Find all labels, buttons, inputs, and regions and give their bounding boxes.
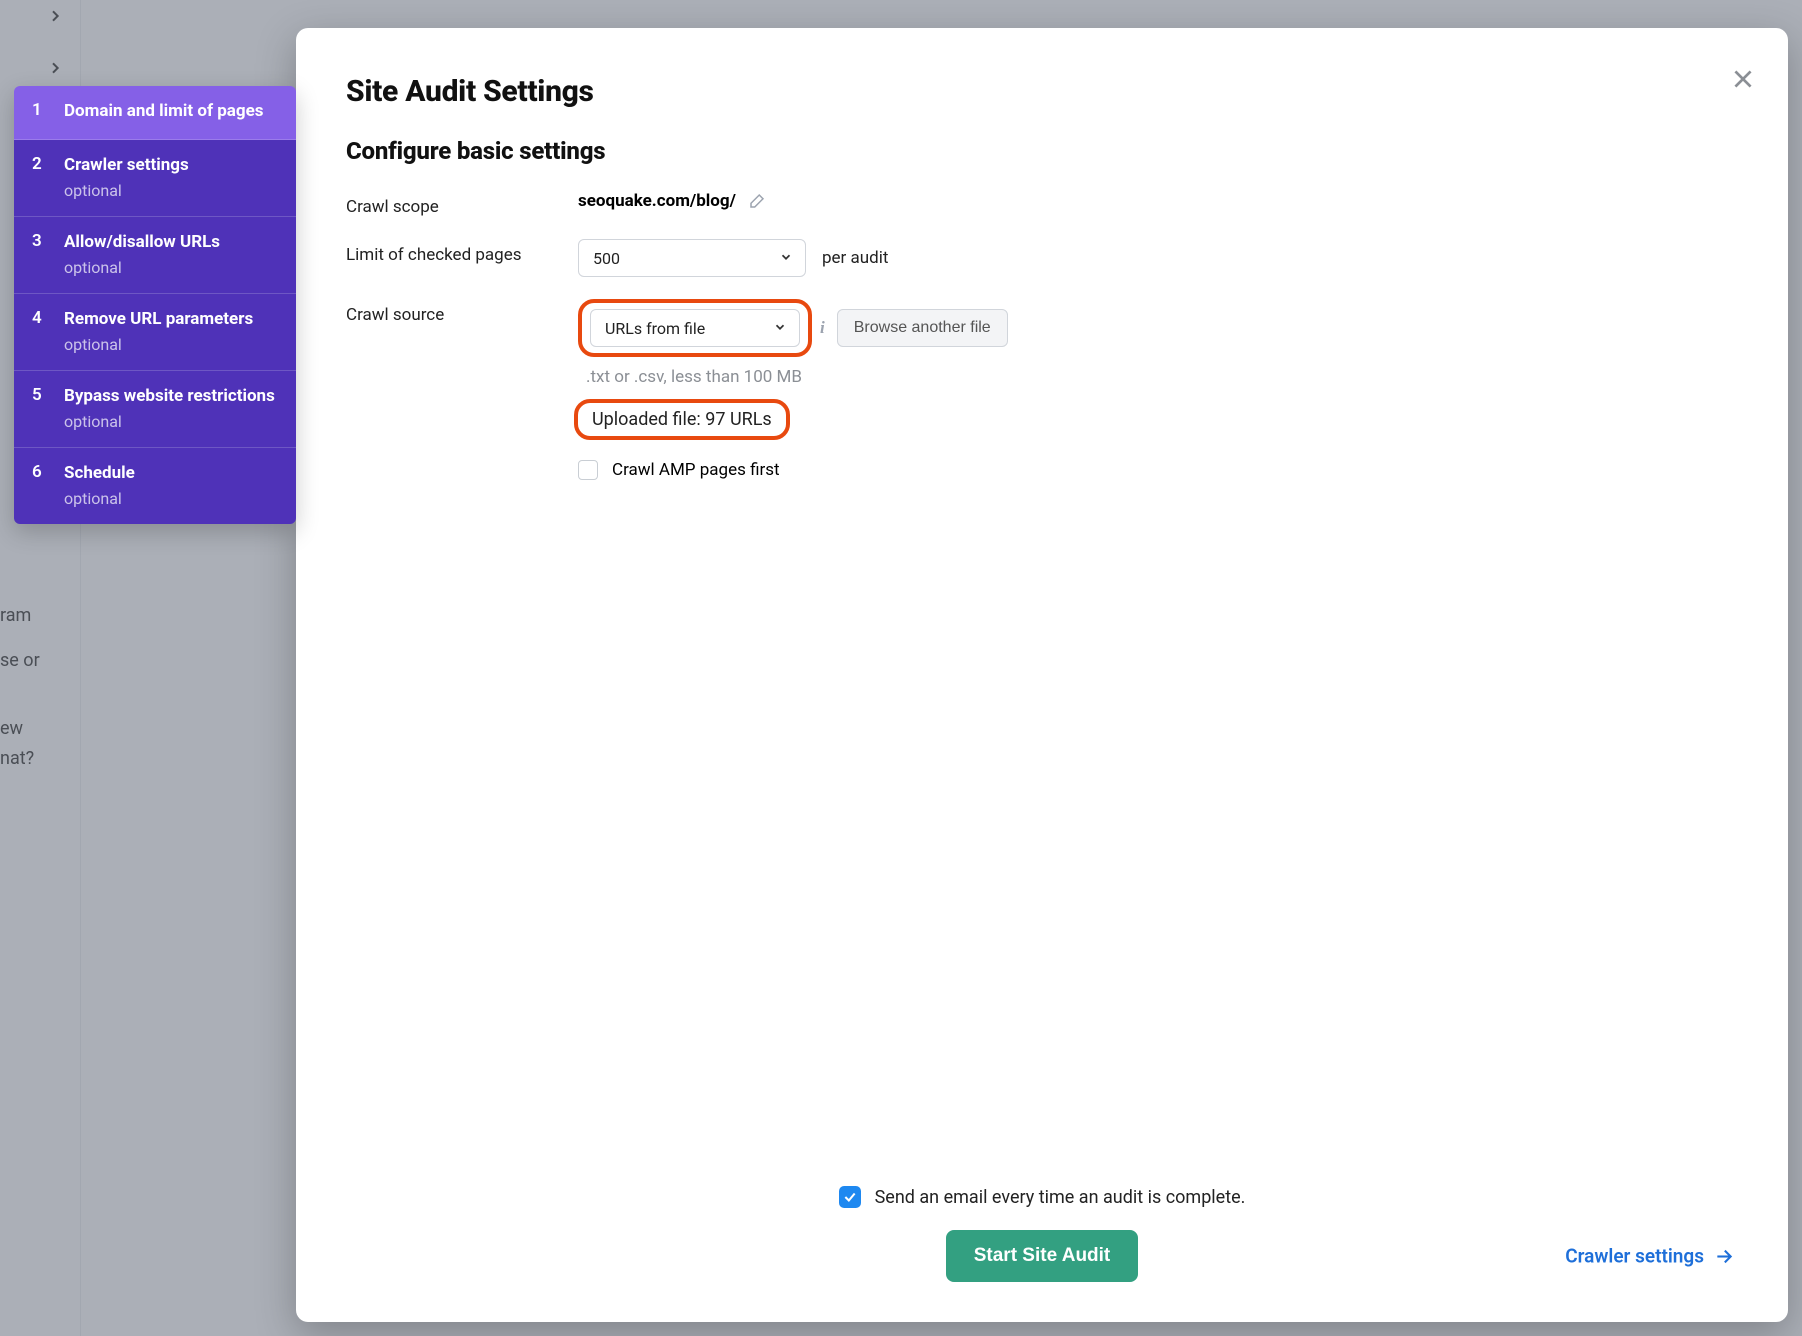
label-crawl-scope: Crawl scope	[346, 191, 572, 217]
close-button[interactable]	[1730, 66, 1756, 96]
browse-file-button[interactable]: Browse another file	[837, 309, 1008, 347]
modal-title: Site Audit Settings	[346, 74, 1738, 109]
wizard-step-title: Allow/disallow URLs	[64, 231, 220, 254]
wizard-step-title: Bypass website restrictions	[64, 385, 275, 408]
file-hint: .txt or .csv, less than 100 MB	[586, 367, 802, 387]
crawl-amp-label: Crawl AMP pages first	[612, 460, 780, 480]
email-notify-row: Send an email every time an audit is com…	[839, 1186, 1246, 1208]
wizard-step-optional: optional	[64, 181, 189, 200]
wizard-step-optional: optional	[64, 335, 253, 354]
wizard-step-1[interactable]: 1 Domain and limit of pages	[14, 86, 296, 140]
wizard-step-number: 1	[32, 100, 46, 123]
wizard-sidebar: 1 Domain and limit of pages 2 Crawler se…	[14, 86, 296, 524]
action-row: Start Site Audit Crawler settings	[346, 1230, 1738, 1282]
crawl-amp-checkbox[interactable]	[578, 460, 598, 480]
crawler-settings-label: Crawler settings	[1565, 1245, 1704, 1268]
wizard-step-4[interactable]: 4 Remove URL parameters optional	[14, 294, 296, 371]
wizard-step-5[interactable]: 5 Bypass website restrictions optional	[14, 371, 296, 448]
wizard-step-number: 3	[32, 231, 46, 277]
info-icon[interactable]: i	[820, 318, 825, 338]
arrow-right-icon	[1714, 1246, 1734, 1266]
crawl-source-select[interactable]: URLs from file	[590, 309, 800, 347]
highlight-crawl-source: URLs from file	[578, 299, 812, 357]
wizard-step-title: Remove URL parameters	[64, 308, 253, 331]
wizard-step-optional: optional	[64, 489, 135, 508]
highlight-uploaded: Uploaded file: 97 URLs	[574, 399, 790, 440]
crawler-settings-link[interactable]: Crawler settings	[1565, 1245, 1734, 1268]
crawl-scope-row: seoquake.com/blog/	[578, 191, 1738, 211]
edit-icon[interactable]	[748, 192, 766, 210]
crawl-source-column: URLs from file i Browse another file .tx…	[578, 299, 1738, 480]
chevron-down-icon	[773, 319, 787, 338]
uploaded-file-text: Uploaded file: 97 URLs	[592, 409, 772, 430]
modal-subtitle: Configure basic settings	[346, 137, 1738, 165]
wizard-step-6[interactable]: 6 Schedule optional	[14, 448, 296, 524]
email-checkbox[interactable]	[839, 1186, 861, 1208]
limit-select-value: 500	[593, 249, 620, 268]
wizard-step-title: Domain and limit of pages	[64, 100, 264, 123]
label-crawl-source: Crawl source	[346, 299, 572, 325]
limit-select[interactable]: 500	[578, 239, 806, 277]
wizard-step-2[interactable]: 2 Crawler settings optional	[14, 140, 296, 217]
crawl-source-value: URLs from file	[605, 319, 705, 338]
wizard-step-number: 4	[32, 308, 46, 354]
wizard-step-optional: optional	[64, 412, 275, 431]
label-limit: Limit of checked pages	[346, 239, 572, 265]
per-audit-label: per audit	[822, 248, 888, 268]
chevron-down-icon	[779, 249, 793, 268]
crawl-amp-row: Crawl AMP pages first	[578, 460, 780, 480]
crawl-scope-value: seoquake.com/blog/	[578, 191, 736, 211]
settings-modal: Site Audit Settings Configure basic sett…	[296, 28, 1788, 1322]
wizard-step-title: Schedule	[64, 462, 135, 485]
settings-form: Crawl scope seoquake.com/blog/ Limit of …	[346, 191, 1738, 480]
wizard-step-title: Crawler settings	[64, 154, 189, 177]
email-notify-label: Send an email every time an audit is com…	[875, 1187, 1246, 1208]
wizard-step-number: 6	[32, 462, 46, 508]
start-audit-button[interactable]: Start Site Audit	[946, 1230, 1139, 1282]
wizard-step-optional: optional	[64, 258, 220, 277]
limit-row: 500 per audit	[578, 239, 1738, 277]
wizard-step-3[interactable]: 3 Allow/disallow URLs optional	[14, 217, 296, 294]
wizard-step-number: 2	[32, 154, 46, 200]
wizard-step-number: 5	[32, 385, 46, 431]
modal-footer: Send an email every time an audit is com…	[346, 1186, 1738, 1282]
